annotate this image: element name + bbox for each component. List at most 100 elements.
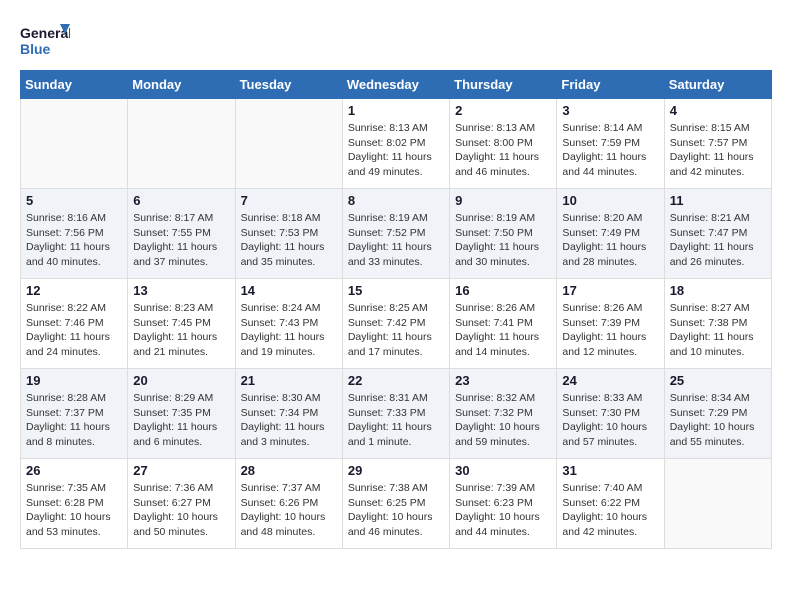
day-number: 25 bbox=[670, 373, 766, 388]
calendar-week-row: 5 Sunrise: 8:16 AM Sunset: 7:56 PM Daylig… bbox=[21, 189, 772, 279]
day-info: Sunrise: 7:35 AM Sunset: 6:28 PM Dayligh… bbox=[26, 481, 122, 540]
calendar-cell: 2 Sunrise: 8:13 AM Sunset: 8:00 PM Daylig… bbox=[450, 99, 557, 189]
day-number: 23 bbox=[455, 373, 551, 388]
calendar-cell: 14 Sunrise: 8:24 AM Sunset: 7:43 PM Dayli… bbox=[235, 279, 342, 369]
calendar-cell: 18 Sunrise: 8:27 AM Sunset: 7:38 PM Dayli… bbox=[664, 279, 771, 369]
day-header-friday: Friday bbox=[557, 71, 664, 99]
day-info: Sunrise: 7:38 AM Sunset: 6:25 PM Dayligh… bbox=[348, 481, 444, 540]
day-number: 20 bbox=[133, 373, 229, 388]
day-info: Sunrise: 7:36 AM Sunset: 6:27 PM Dayligh… bbox=[133, 481, 229, 540]
day-number: 30 bbox=[455, 463, 551, 478]
logo: GeneralBlue bbox=[20, 20, 70, 60]
calendar-cell: 17 Sunrise: 8:26 AM Sunset: 7:39 PM Dayli… bbox=[557, 279, 664, 369]
calendar-cell: 3Sunrise: 8:14 AM Sunset: 7:59 PM Daylig… bbox=[557, 99, 664, 189]
day-header-saturday: Saturday bbox=[664, 71, 771, 99]
day-info: Sunrise: 7:40 AM Sunset: 6:22 PM Dayligh… bbox=[562, 481, 658, 540]
calendar-header-row: SundayMondayTuesdayWednesdayThursdayFrid… bbox=[21, 71, 772, 99]
calendar-cell: 27 Sunrise: 7:36 AM Sunset: 6:27 PM Dayli… bbox=[128, 459, 235, 549]
day-number: 18 bbox=[670, 283, 766, 298]
day-info: Sunrise: 8:15 AM Sunset: 7:57 PM Dayligh… bbox=[670, 121, 766, 180]
calendar-week-row: 19 Sunrise: 8:28 AM Sunset: 7:37 PM Dayli… bbox=[21, 369, 772, 459]
day-number: 16 bbox=[455, 283, 551, 298]
calendar-cell: 12Sunrise: 8:22 AM Sunset: 7:46 PM Dayli… bbox=[21, 279, 128, 369]
day-info: Sunrise: 8:18 AM Sunset: 7:53 PM Dayligh… bbox=[241, 211, 337, 270]
day-number: 31 bbox=[562, 463, 658, 478]
calendar-cell: 31 Sunrise: 7:40 AM Sunset: 6:22 PM Dayli… bbox=[557, 459, 664, 549]
day-number: 2 bbox=[455, 103, 551, 118]
day-number: 6 bbox=[133, 193, 229, 208]
day-info: Sunrise: 7:37 AM Sunset: 6:26 PM Dayligh… bbox=[241, 481, 337, 540]
day-number: 22 bbox=[348, 373, 444, 388]
svg-text:Blue: Blue bbox=[20, 41, 51, 57]
day-info: Sunrise: 8:20 AM Sunset: 7:49 PM Dayligh… bbox=[562, 211, 658, 270]
day-info: Sunrise: 8:32 AM Sunset: 7:32 PM Dayligh… bbox=[455, 391, 551, 450]
calendar-cell: 21 Sunrise: 8:30 AM Sunset: 7:34 PM Dayli… bbox=[235, 369, 342, 459]
day-info: Sunrise: 8:28 AM Sunset: 7:37 PM Dayligh… bbox=[26, 391, 122, 450]
calendar-cell: 25 Sunrise: 8:34 AM Sunset: 7:29 PM Dayli… bbox=[664, 369, 771, 459]
calendar-cell: 29Sunrise: 7:38 AM Sunset: 6:25 PM Dayli… bbox=[342, 459, 449, 549]
day-number: 21 bbox=[241, 373, 337, 388]
calendar-cell: 13 Sunrise: 8:23 AM Sunset: 7:45 PM Dayli… bbox=[128, 279, 235, 369]
calendar-cell: 19 Sunrise: 8:28 AM Sunset: 7:37 PM Dayli… bbox=[21, 369, 128, 459]
day-info: Sunrise: 8:23 AM Sunset: 7:45 PM Dayligh… bbox=[133, 301, 229, 360]
day-info: Sunrise: 8:26 AM Sunset: 7:39 PM Dayligh… bbox=[562, 301, 658, 360]
day-number: 13 bbox=[133, 283, 229, 298]
day-number: 8 bbox=[348, 193, 444, 208]
calendar-cell: 28Sunrise: 7:37 AM Sunset: 6:26 PM Dayli… bbox=[235, 459, 342, 549]
day-info: Sunrise: 8:13 AM Sunset: 8:00 PM Dayligh… bbox=[455, 121, 551, 180]
calendar-cell bbox=[128, 99, 235, 189]
day-number: 24 bbox=[562, 373, 658, 388]
day-header-thursday: Thursday bbox=[450, 71, 557, 99]
day-number: 10 bbox=[562, 193, 658, 208]
calendar-table: SundayMondayTuesdayWednesdayThursdayFrid… bbox=[20, 70, 772, 549]
calendar-week-row: 12Sunrise: 8:22 AM Sunset: 7:46 PM Dayli… bbox=[21, 279, 772, 369]
day-number: 3 bbox=[562, 103, 658, 118]
day-info: Sunrise: 8:25 AM Sunset: 7:42 PM Dayligh… bbox=[348, 301, 444, 360]
logo-svg: GeneralBlue bbox=[20, 20, 70, 60]
day-number: 26 bbox=[26, 463, 122, 478]
calendar-cell bbox=[21, 99, 128, 189]
day-info: Sunrise: 8:24 AM Sunset: 7:43 PM Dayligh… bbox=[241, 301, 337, 360]
day-info: Sunrise: 8:26 AM Sunset: 7:41 PM Dayligh… bbox=[455, 301, 551, 360]
calendar-cell: 11 Sunrise: 8:21 AM Sunset: 7:47 PM Dayli… bbox=[664, 189, 771, 279]
day-info: Sunrise: 8:19 AM Sunset: 7:50 PM Dayligh… bbox=[455, 211, 551, 270]
day-info: Sunrise: 8:29 AM Sunset: 7:35 PM Dayligh… bbox=[133, 391, 229, 450]
day-number: 17 bbox=[562, 283, 658, 298]
day-number: 11 bbox=[670, 193, 766, 208]
day-number: 27 bbox=[133, 463, 229, 478]
calendar-cell: 26 Sunrise: 7:35 AM Sunset: 6:28 PM Dayli… bbox=[21, 459, 128, 549]
day-number: 9 bbox=[455, 193, 551, 208]
day-info: Sunrise: 8:19 AM Sunset: 7:52 PM Dayligh… bbox=[348, 211, 444, 270]
day-info: Sunrise: 8:16 AM Sunset: 7:56 PM Dayligh… bbox=[26, 211, 122, 270]
calendar-cell: 15Sunrise: 8:25 AM Sunset: 7:42 PM Dayli… bbox=[342, 279, 449, 369]
day-info: Sunrise: 8:30 AM Sunset: 7:34 PM Dayligh… bbox=[241, 391, 337, 450]
day-info: Sunrise: 8:17 AM Sunset: 7:55 PM Dayligh… bbox=[133, 211, 229, 270]
calendar-cell: 8 Sunrise: 8:19 AM Sunset: 7:52 PM Daylig… bbox=[342, 189, 449, 279]
calendar-cell: 23 Sunrise: 8:32 AM Sunset: 7:32 PM Dayli… bbox=[450, 369, 557, 459]
day-info: Sunrise: 8:33 AM Sunset: 7:30 PM Dayligh… bbox=[562, 391, 658, 450]
day-number: 19 bbox=[26, 373, 122, 388]
day-number: 1 bbox=[348, 103, 444, 118]
day-header-monday: Monday bbox=[128, 71, 235, 99]
calendar-cell: 22Sunrise: 8:31 AM Sunset: 7:33 PM Dayli… bbox=[342, 369, 449, 459]
day-info: Sunrise: 8:27 AM Sunset: 7:38 PM Dayligh… bbox=[670, 301, 766, 360]
day-info: Sunrise: 8:34 AM Sunset: 7:29 PM Dayligh… bbox=[670, 391, 766, 450]
day-header-sunday: Sunday bbox=[21, 71, 128, 99]
day-number: 4 bbox=[670, 103, 766, 118]
day-header-tuesday: Tuesday bbox=[235, 71, 342, 99]
calendar-cell: 5 Sunrise: 8:16 AM Sunset: 7:56 PM Daylig… bbox=[21, 189, 128, 279]
calendar-cell: 24 Sunrise: 8:33 AM Sunset: 7:30 PM Dayli… bbox=[557, 369, 664, 459]
calendar-cell: 30Sunrise: 7:39 AM Sunset: 6:23 PM Dayli… bbox=[450, 459, 557, 549]
day-info: Sunrise: 8:13 AM Sunset: 8:02 PM Dayligh… bbox=[348, 121, 444, 180]
calendar-cell: 9 Sunrise: 8:19 AM Sunset: 7:50 PM Daylig… bbox=[450, 189, 557, 279]
calendar-cell: 4 Sunrise: 8:15 AM Sunset: 7:57 PM Daylig… bbox=[664, 99, 771, 189]
day-number: 5 bbox=[26, 193, 122, 208]
day-info: Sunrise: 8:21 AM Sunset: 7:47 PM Dayligh… bbox=[670, 211, 766, 270]
calendar-cell: 6 Sunrise: 8:17 AM Sunset: 7:55 PM Daylig… bbox=[128, 189, 235, 279]
day-number: 7 bbox=[241, 193, 337, 208]
page-header: GeneralBlue bbox=[20, 20, 772, 60]
calendar-cell: 10 Sunrise: 8:20 AM Sunset: 7:49 PM Dayli… bbox=[557, 189, 664, 279]
day-number: 14 bbox=[241, 283, 337, 298]
calendar-cell bbox=[664, 459, 771, 549]
day-info: Sunrise: 8:22 AM Sunset: 7:46 PM Dayligh… bbox=[26, 301, 122, 360]
